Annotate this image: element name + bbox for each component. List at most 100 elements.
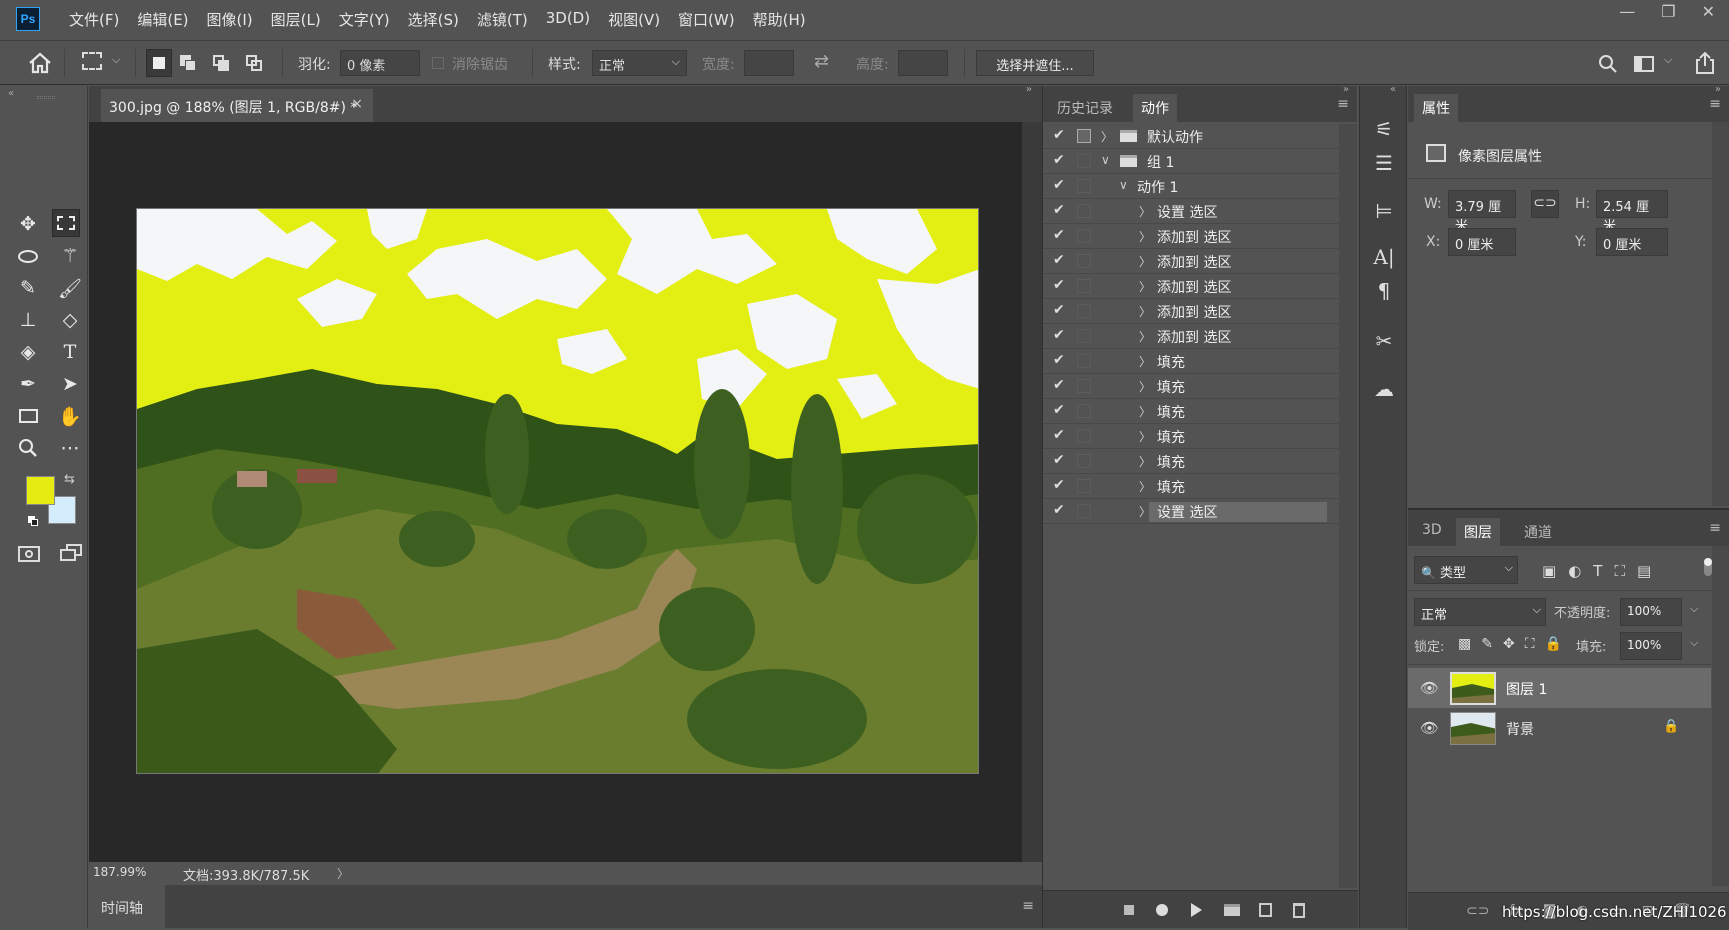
action-row[interactable]: ✔ 〉添加到 选区 <box>1043 299 1339 324</box>
check-icon[interactable]: ✔ <box>1053 452 1065 468</box>
document-canvas[interactable] <box>136 208 979 774</box>
tab-3d[interactable]: 3D <box>1414 518 1450 546</box>
close-tab-icon[interactable]: × <box>351 96 363 112</box>
menu-edit[interactable]: 编辑(E) <box>128 9 197 30</box>
type-tool-icon[interactable]: T <box>56 338 84 366</box>
check-icon[interactable]: ✔ <box>1053 227 1065 243</box>
check-icon[interactable]: ✔ <box>1053 252 1065 268</box>
check-icon[interactable]: ✔ <box>1053 302 1065 318</box>
visibility-eye-icon[interactable]: 👁 <box>1420 719 1439 737</box>
pen-tool-icon[interactable]: ✒ <box>14 370 42 398</box>
actions-scrollbar[interactable] <box>1339 124 1357 888</box>
menu-help[interactable]: 帮助(H) <box>744 9 815 30</box>
lock-transparent-icon[interactable]: ▩ <box>1458 636 1471 652</box>
dialog-toggle-icon[interactable] <box>1077 504 1091 518</box>
home-icon[interactable] <box>28 52 52 74</box>
lock-all-icon[interactable]: 🔒 <box>1545 636 1562 652</box>
chevron-right-icon[interactable]: 〉 <box>1139 278 1151 295</box>
layer-name[interactable]: 背景 <box>1506 719 1534 739</box>
dialog-toggle-icon[interactable] <box>1077 329 1091 343</box>
chevron-right-icon[interactable]: 〉 <box>1139 253 1151 270</box>
dialog-toggle-icon[interactable] <box>1077 479 1091 493</box>
action-row[interactable]: ✔ 〉添加到 选区 <box>1043 224 1339 249</box>
new-selection-button[interactable] <box>146 49 172 77</box>
chevron-right-icon[interactable]: 〉 <box>1139 353 1151 370</box>
check-icon[interactable]: ✔ <box>1053 427 1065 443</box>
rectangular-marquee-tool-icon[interactable] <box>52 209 80 237</box>
tools-presets-icon[interactable]: ✂ <box>1360 324 1408 358</box>
magic-wand-tool-icon[interactable]: ⚚ <box>56 242 84 270</box>
chevron-down-icon[interactable]: ∨ <box>1119 178 1128 192</box>
chevron-down-icon[interactable]: ⌵ <box>1690 636 1698 650</box>
x-field[interactable]: 0 厘米 <box>1448 228 1516 256</box>
action-row[interactable]: ✔ 〉设置 选区 <box>1043 199 1339 224</box>
eyedropper-tool-icon[interactable]: ✎ <box>14 274 42 302</box>
action-row[interactable]: ✔ 〉设置 选区 <box>1043 499 1339 524</box>
action-row[interactable]: ✔ 〉填充 <box>1043 449 1339 474</box>
style-select[interactable]: 正常 ⌵ <box>592 50 687 76</box>
lock-artboard-icon[interactable]: ⛶ <box>1525 636 1535 652</box>
pixel-filter-icon[interactable]: ▣ <box>1542 562 1556 580</box>
tab-properties[interactable]: 属性 <box>1414 94 1458 122</box>
stop-icon[interactable] <box>1124 905 1134 915</box>
collapse-icon[interactable]: » <box>1343 84 1349 95</box>
quick-mask-icon[interactable] <box>18 546 40 562</box>
panel-menu-icon[interactable]: ≡ <box>1709 520 1721 536</box>
menu-3d[interactable]: 3D(D) <box>537 9 599 30</box>
minimize-button[interactable]: — <box>1619 2 1635 21</box>
chevron-right-icon[interactable]: 〉 <box>1139 428 1151 445</box>
dialog-toggle-icon[interactable] <box>1077 279 1091 293</box>
close-button[interactable]: ✕ <box>1702 2 1715 21</box>
menu-window[interactable]: 窗口(W) <box>669 9 744 30</box>
menu-view[interactable]: 视图(V) <box>599 9 669 30</box>
chevron-down-icon[interactable]: ⌵ <box>112 53 120 67</box>
menu-type[interactable]: 文字(Y) <box>330 9 399 30</box>
dialog-toggle-icon[interactable] <box>1077 129 1091 143</box>
chevron-right-icon[interactable]: 〉 <box>1139 478 1151 495</box>
check-icon[interactable]: ✔ <box>1053 177 1065 193</box>
dialog-toggle-icon[interactable] <box>1077 254 1091 268</box>
chevron-down-icon[interactable]: ∨ <box>1101 153 1110 167</box>
action-row[interactable]: ✔ 〉添加到 选区 <box>1043 249 1339 274</box>
screen-mode-icon[interactable] <box>60 544 84 562</box>
action-row[interactable]: ✔ 〉填充 <box>1043 424 1339 449</box>
zoom-level[interactable]: 187.99% <box>93 865 146 879</box>
menu-image[interactable]: 图像(I) <box>198 9 262 30</box>
action-row[interactable]: ✔ 〉 默认动作 <box>1043 124 1339 149</box>
layer-filter-select[interactable]: 🔍 类型 ⌵ <box>1414 556 1518 584</box>
layer-row[interactable]: 👁 图层 1 <box>1408 668 1711 708</box>
height-field[interactable]: 2.54 厘米 <box>1596 190 1668 234</box>
hand-tool-icon[interactable]: ✋ <box>56 402 84 430</box>
dialog-toggle-icon[interactable] <box>1077 354 1091 368</box>
vertical-scrollbar[interactable] <box>1022 122 1042 862</box>
dialog-toggle-icon[interactable] <box>1077 429 1091 443</box>
subtract-from-selection-icon[interactable] <box>213 55 230 72</box>
panel-menu-icon[interactable]: ≡ <box>1022 898 1034 914</box>
check-icon[interactable]: ✔ <box>1053 502 1065 518</box>
chevron-right-icon[interactable]: 〉 <box>1139 453 1151 470</box>
check-icon[interactable]: ✔ <box>1053 327 1065 343</box>
width-field[interactable]: 3.79 厘米 <box>1448 190 1516 234</box>
chevron-right-icon[interactable]: 〉 <box>1139 303 1151 320</box>
move-tool-icon[interactable]: ✥ <box>14 210 42 238</box>
chevron-right-icon[interactable]: 〉 <box>1139 328 1151 345</box>
height-input[interactable] <box>898 50 948 76</box>
play-icon[interactable] <box>1191 903 1202 917</box>
check-icon[interactable]: ✔ <box>1053 352 1065 368</box>
lasso-tool-icon[interactable] <box>14 242 42 270</box>
workspace-icon[interactable] <box>1634 56 1654 72</box>
new-action-icon[interactable] <box>1259 903 1272 917</box>
adjustment-filter-icon[interactable]: ◐ <box>1568 562 1581 580</box>
menu-layer[interactable]: 图层(L) <box>262 9 330 30</box>
y-field[interactable]: 0 厘米 <box>1596 228 1668 256</box>
width-input[interactable] <box>744 50 794 76</box>
lock-position-icon[interactable]: ✥ <box>1503 636 1515 652</box>
more-tools-icon[interactable]: ⋯ <box>56 434 84 462</box>
fill-field[interactable]: 100% <box>1620 632 1682 660</box>
adjustments-icon[interactable]: ☰ <box>1360 146 1408 180</box>
chevron-right-icon[interactable]: 〉 <box>1139 228 1151 245</box>
action-row[interactable]: ✔ 〉填充 <box>1043 399 1339 424</box>
chevron-right-icon[interactable]: 〉 <box>1139 378 1151 395</box>
restore-button[interactable]: ❐ <box>1661 2 1675 21</box>
chevron-right-icon[interactable]: 〉 <box>337 865 349 882</box>
